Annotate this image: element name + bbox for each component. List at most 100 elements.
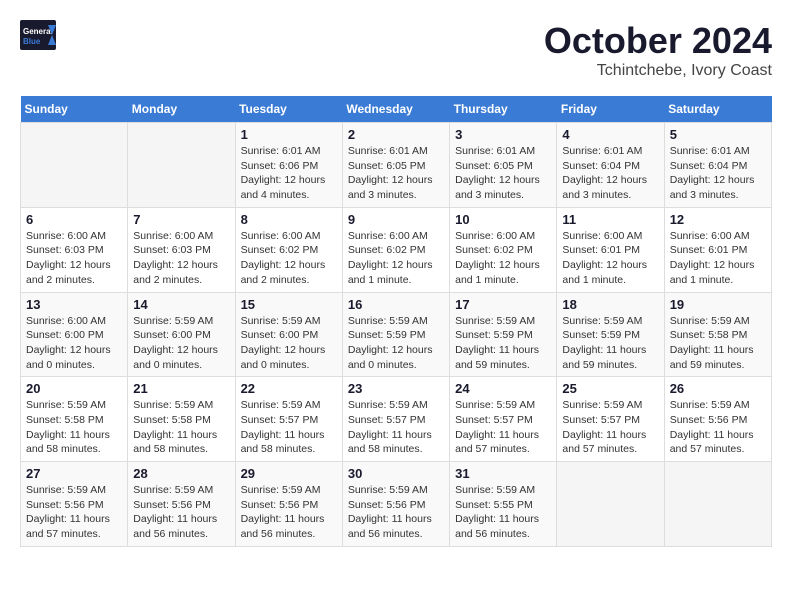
weekday-header-tuesday: Tuesday	[235, 96, 342, 123]
svg-text:General: General	[23, 27, 53, 36]
calendar-cell: 23Sunrise: 5:59 AM Sunset: 5:57 PM Dayli…	[342, 377, 449, 462]
day-number: 11	[562, 212, 658, 227]
calendar-cell: 4 Sunrise: 6:01 AM Sunset: 6:04 PM Daylig…	[557, 123, 664, 208]
day-info: Sunrise: 5:59 AM Sunset: 5:58 PM Dayligh…	[133, 398, 229, 457]
calendar-cell	[128, 123, 235, 208]
day-number: 24	[455, 381, 551, 396]
calendar-week-2: 6Sunrise: 6:00 AM Sunset: 6:03 PM Daylig…	[21, 207, 772, 292]
calendar-cell	[557, 462, 664, 547]
calendar-cell: 15 Sunrise: 5:59 AM Sunset: 6:00 PM Dayli…	[235, 292, 342, 377]
weekday-header-friday: Friday	[557, 96, 664, 123]
weekday-header-row: SundayMondayTuesdayWednesdayThursdayFrid…	[21, 96, 772, 123]
calendar-cell: 19 Sunrise: 5:59 AM Sunset: 5:58 PM Dayli…	[664, 292, 771, 377]
day-info: Sunrise: 5:59 AM Sunset: 5:56 PM Dayligh…	[670, 398, 766, 457]
day-number: 9	[348, 212, 444, 227]
calendar-cell: 1 Sunrise: 6:01 AM Sunset: 6:06 PM Daylig…	[235, 123, 342, 208]
day-number: 31	[455, 466, 551, 481]
day-number: 1	[241, 127, 337, 142]
day-info: Sunrise: 6:00 AM Sunset: 6:00 PM Dayligh…	[26, 314, 122, 373]
logo-icon: General Blue	[20, 20, 56, 50]
day-number: 2	[348, 127, 444, 142]
day-info: Sunrise: 5:59 AM Sunset: 5:57 PM Dayligh…	[562, 398, 658, 457]
calendar-cell: 21 Sunrise: 5:59 AM Sunset: 5:58 PM Dayli…	[128, 377, 235, 462]
day-info: Sunrise: 6:00 AM Sunset: 6:02 PM Dayligh…	[348, 229, 444, 288]
svg-text:Blue: Blue	[23, 37, 41, 46]
day-info: Sunrise: 6:01 AM Sunset: 6:06 PM Dayligh…	[241, 144, 337, 203]
day-info: Sunrise: 5:59 AM Sunset: 5:59 PM Dayligh…	[562, 314, 658, 373]
day-number: 22	[241, 381, 337, 396]
calendar-cell: 27 Sunrise: 5:59 AM Sunset: 5:56 PM Dayli…	[21, 462, 128, 547]
calendar-cell: 3 Sunrise: 6:01 AM Sunset: 6:05 PM Daylig…	[450, 123, 557, 208]
logo: General Blue	[20, 20, 56, 50]
calendar-cell: 14Sunrise: 5:59 AM Sunset: 6:00 PM Dayli…	[128, 292, 235, 377]
calendar-cell: 20Sunrise: 5:59 AM Sunset: 5:58 PM Dayli…	[21, 377, 128, 462]
weekday-header-thursday: Thursday	[450, 96, 557, 123]
day-number: 27	[26, 466, 122, 481]
day-info: Sunrise: 5:59 AM Sunset: 6:00 PM Dayligh…	[133, 314, 229, 373]
calendar-cell: 24 Sunrise: 5:59 AM Sunset: 5:57 PM Dayli…	[450, 377, 557, 462]
day-number: 8	[241, 212, 337, 227]
calendar-cell: 13 Sunrise: 6:00 AM Sunset: 6:00 PM Dayli…	[21, 292, 128, 377]
calendar-cell: 11 Sunrise: 6:00 AM Sunset: 6:01 PM Dayli…	[557, 207, 664, 292]
calendar-cell: 10 Sunrise: 6:00 AM Sunset: 6:02 PM Dayli…	[450, 207, 557, 292]
day-number: 17	[455, 297, 551, 312]
day-number: 12	[670, 212, 766, 227]
calendar-cell: 18 Sunrise: 5:59 AM Sunset: 5:59 PM Dayli…	[557, 292, 664, 377]
calendar-week-5: 27 Sunrise: 5:59 AM Sunset: 5:56 PM Dayli…	[21, 462, 772, 547]
day-number: 16	[348, 297, 444, 312]
day-info: Sunrise: 6:00 AM Sunset: 6:01 PM Dayligh…	[562, 229, 658, 288]
day-number: 6	[26, 212, 122, 227]
weekday-header-monday: Monday	[128, 96, 235, 123]
page-header: General Blue October 2024 Tchintchebe, I…	[20, 20, 772, 80]
weekday-header-saturday: Saturday	[664, 96, 771, 123]
day-number: 3	[455, 127, 551, 142]
calendar-cell: 5Sunrise: 6:01 AM Sunset: 6:04 PM Daylig…	[664, 123, 771, 208]
calendar-week-3: 13 Sunrise: 6:00 AM Sunset: 6:00 PM Dayli…	[21, 292, 772, 377]
day-number: 4	[562, 127, 658, 142]
calendar-cell: 31 Sunrise: 5:59 AM Sunset: 5:55 PM Dayli…	[450, 462, 557, 547]
day-info: Sunrise: 6:01 AM Sunset: 6:05 PM Dayligh…	[455, 144, 551, 203]
title-block: October 2024 Tchintchebe, Ivory Coast	[544, 20, 772, 80]
day-info: Sunrise: 5:59 AM Sunset: 5:56 PM Dayligh…	[26, 483, 122, 542]
calendar-cell: 7Sunrise: 6:00 AM Sunset: 6:03 PM Daylig…	[128, 207, 235, 292]
calendar-cell: 8 Sunrise: 6:00 AM Sunset: 6:02 PM Daylig…	[235, 207, 342, 292]
day-info: Sunrise: 5:59 AM Sunset: 5:56 PM Dayligh…	[348, 483, 444, 542]
day-number: 10	[455, 212, 551, 227]
day-info: Sunrise: 5:59 AM Sunset: 5:59 PM Dayligh…	[455, 314, 551, 373]
calendar-cell: 16 Sunrise: 5:59 AM Sunset: 5:59 PM Dayli…	[342, 292, 449, 377]
day-number: 7	[133, 212, 229, 227]
day-number: 18	[562, 297, 658, 312]
location-title: Tchintchebe, Ivory Coast	[544, 62, 772, 80]
day-number: 29	[241, 466, 337, 481]
day-info: Sunrise: 5:59 AM Sunset: 5:55 PM Dayligh…	[455, 483, 551, 542]
calendar-week-1: 1 Sunrise: 6:01 AM Sunset: 6:06 PM Daylig…	[21, 123, 772, 208]
day-info: Sunrise: 6:00 AM Sunset: 6:02 PM Dayligh…	[455, 229, 551, 288]
day-number: 21	[133, 381, 229, 396]
calendar-cell: 29Sunrise: 5:59 AM Sunset: 5:56 PM Dayli…	[235, 462, 342, 547]
day-number: 15	[241, 297, 337, 312]
calendar-week-4: 20 Sunrise: 5:59 AM Sunset: 5:58 PM Dayli…	[21, 377, 772, 462]
day-info: Sunrise: 5:59 AM Sunset: 5:57 PM Dayligh…	[241, 398, 337, 457]
day-number: 20	[26, 381, 122, 396]
day-info: Sunrise: 6:01 AM Sunset: 6:05 PM Dayligh…	[348, 144, 444, 203]
day-number: 26	[670, 381, 766, 396]
day-info: Sunrise: 5:59 AM Sunset: 6:00 PM Dayligh…	[241, 314, 337, 373]
day-number: 28	[133, 466, 229, 481]
day-info: Sunrise: 6:00 AM Sunset: 6:01 PM Dayligh…	[670, 229, 766, 288]
calendar-cell: 28Sunrise: 5:59 AM Sunset: 5:56 PM Dayli…	[128, 462, 235, 547]
day-info: Sunrise: 5:59 AM Sunset: 5:58 PM Dayligh…	[670, 314, 766, 373]
day-info: Sunrise: 6:01 AM Sunset: 6:04 PM Dayligh…	[562, 144, 658, 203]
day-info: Sunrise: 5:59 AM Sunset: 5:57 PM Dayligh…	[455, 398, 551, 457]
day-info: Sunrise: 6:00 AM Sunset: 6:02 PM Dayligh…	[241, 229, 337, 288]
calendar-cell: 22 Sunrise: 5:59 AM Sunset: 5:57 PM Dayli…	[235, 377, 342, 462]
day-number: 25	[562, 381, 658, 396]
day-info: Sunrise: 6:01 AM Sunset: 6:04 PM Dayligh…	[670, 144, 766, 203]
calendar-cell: 9 Sunrise: 6:00 AM Sunset: 6:02 PM Daylig…	[342, 207, 449, 292]
month-title: October 2024	[544, 20, 772, 62]
calendar-cell: 26 Sunrise: 5:59 AM Sunset: 5:56 PM Dayli…	[664, 377, 771, 462]
day-number: 13	[26, 297, 122, 312]
day-number: 19	[670, 297, 766, 312]
day-info: Sunrise: 5:59 AM Sunset: 5:59 PM Dayligh…	[348, 314, 444, 373]
calendar-cell: 25 Sunrise: 5:59 AM Sunset: 5:57 PM Dayli…	[557, 377, 664, 462]
day-info: Sunrise: 5:59 AM Sunset: 5:57 PM Dayligh…	[348, 398, 444, 457]
